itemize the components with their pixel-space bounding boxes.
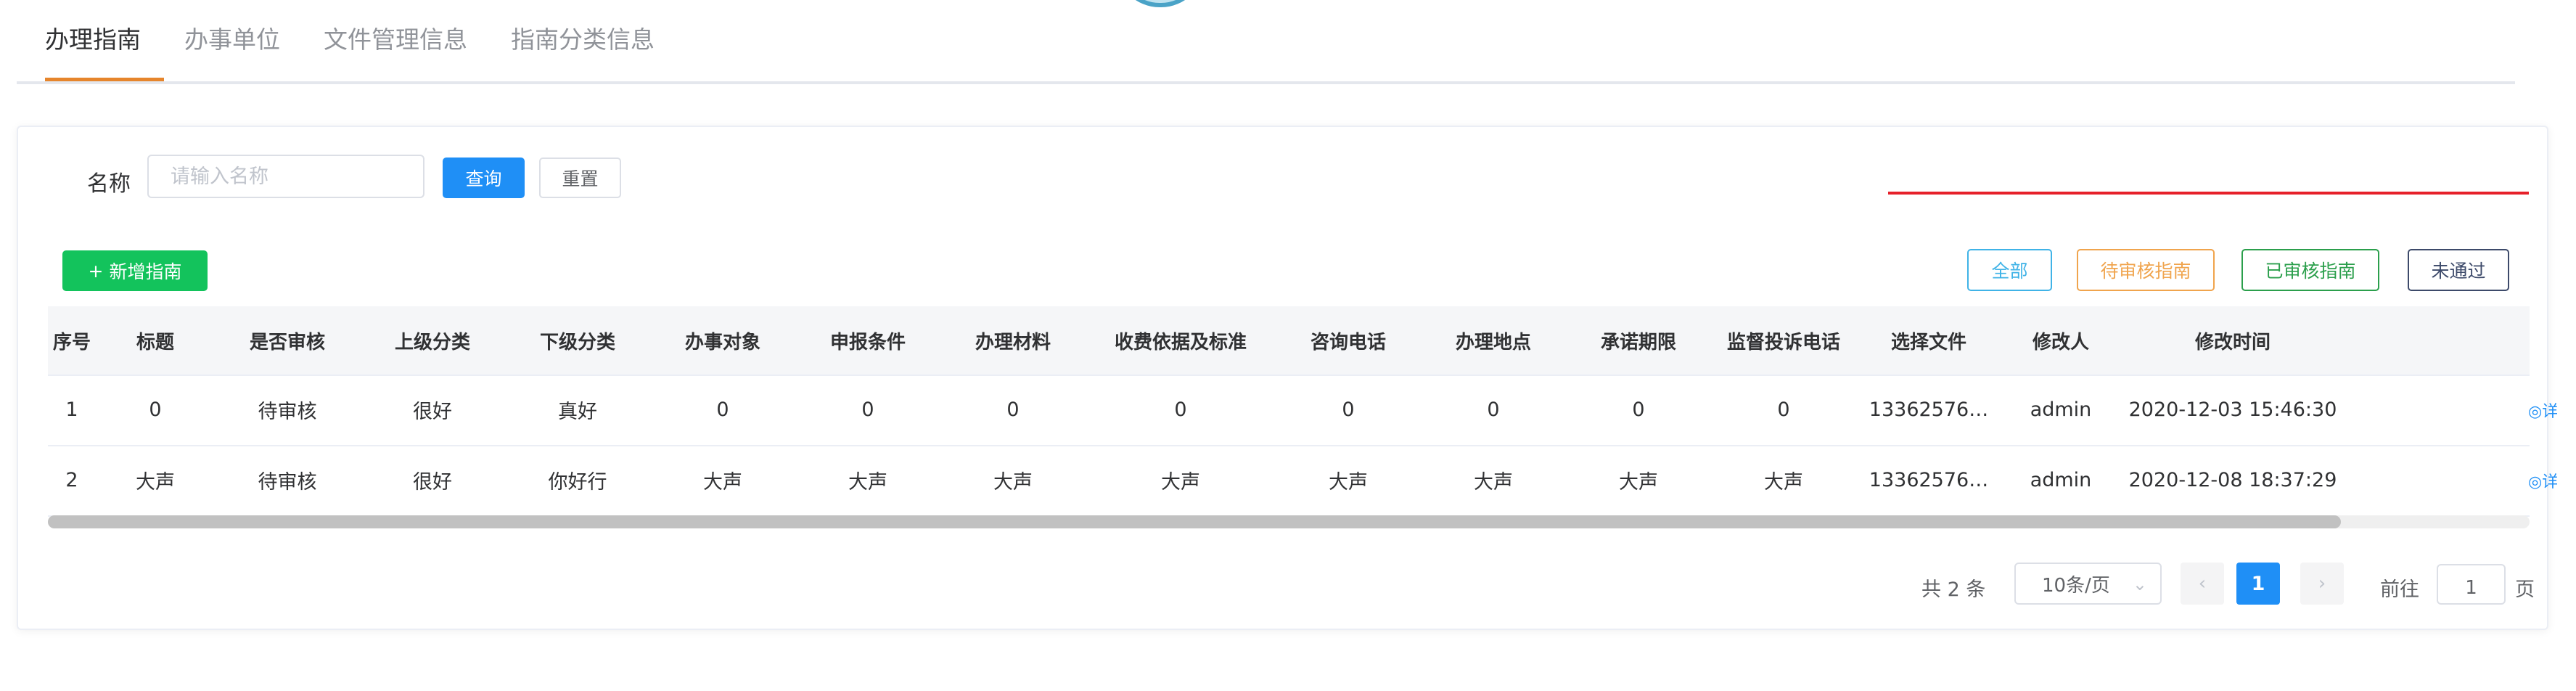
filter-rejected-button[interactable]: 未通过 [2408, 249, 2509, 291]
column-header-modified-time: 修改时间 [2194, 331, 2271, 353]
column-header-parent-category: 上级分类 [394, 331, 470, 353]
cell-fee-basis: 0 [1174, 398, 1187, 421]
tab-guide-category[interactable]: 指南分类信息 [511, 20, 655, 55]
cell-index: 1 [65, 398, 78, 421]
view-detail-link[interactable]: ◎详 [2528, 375, 2557, 445]
column-header-service-target: 办事对象 [684, 331, 760, 353]
cell-review-status: 待审核 [258, 401, 317, 423]
cell-modifier: admin [2030, 469, 2092, 491]
reset-button[interactable]: 重置 [539, 158, 621, 198]
annotation-red-line [1888, 192, 2529, 195]
cell-phone: 大声 [1329, 471, 1368, 494]
cell-deadline: 大声 [1619, 471, 1658, 494]
column-header-fee-basis: 收费依据及标准 [1114, 331, 1247, 353]
table-row[interactable]: 2 大声 待审核 很好 你好行 大声 大声 大声 大声 大声 大声 大声 大声 … [48, 445, 2557, 517]
column-header-deadline: 承诺期限 [1600, 331, 1676, 353]
column-header-sub-category: 下级分类 [539, 331, 615, 353]
cell-location: 0 [1487, 398, 1500, 421]
cell-modified-time: 2020-12-03 15:46:30 [2128, 398, 2337, 421]
goto-page-input[interactable] [2437, 564, 2506, 605]
tab-guide[interactable]: 办理指南 [45, 20, 141, 55]
pagination-total: 共 2 条 [1921, 578, 1986, 601]
filter-pending-button[interactable]: 待审核指南 [2077, 249, 2215, 291]
view-detail-link[interactable]: ◎详 [2528, 445, 2557, 515]
column-header-complaint-phone: 监督投诉电话 [1726, 331, 1840, 353]
table-header: 序号 标题 是否审核 上级分类 下级分类 办事对象 申报条件 办理材料 收费依据… [48, 306, 2530, 376]
cell-modifier: admin [2030, 398, 2092, 421]
cell-title: 大声 [136, 471, 175, 494]
goto-prefix: 前往 [2380, 578, 2419, 601]
column-header-file: 选择文件 [1890, 331, 1966, 353]
tab-file-management[interactable]: 文件管理信息 [324, 20, 467, 55]
cell-fee-basis: 大声 [1161, 471, 1200, 494]
column-header-index: 序号 [52, 331, 91, 353]
cell-conditions: 大声 [848, 471, 887, 494]
query-button[interactable]: 查询 [443, 158, 525, 198]
active-tab-indicator [45, 78, 164, 81]
name-search-label: 名称 [87, 171, 131, 197]
filter-all-button[interactable]: 全部 [1967, 249, 2052, 291]
add-guide-button[interactable]: + 新增指南 [62, 250, 208, 291]
cell-phone: 0 [1342, 398, 1355, 421]
cell-parent-category: 很好 [413, 401, 452, 423]
column-header-materials: 办理材料 [975, 331, 1051, 353]
name-search-input[interactable] [147, 155, 424, 198]
column-header-phone: 咨询电话 [1310, 331, 1386, 353]
cell-service-target: 大声 [703, 471, 742, 494]
filter-approved-button[interactable]: 已审核指南 [2241, 249, 2379, 291]
horizontal-scrollbar[interactable] [48, 515, 2530, 528]
table-row[interactable]: 1 0 待审核 很好 真好 0 0 0 0 0 0 0 0 13362576… … [48, 375, 2557, 446]
goto-suffix: 页 [2515, 578, 2535, 601]
cell-file: 13362576… [1869, 398, 1989, 421]
plus-icon: + [88, 260, 104, 282]
prev-page-button[interactable]: ‹ [2181, 563, 2224, 605]
cell-sub-category: 真好 [558, 401, 597, 423]
cell-sub-category: 你好行 [548, 471, 607, 494]
cell-materials: 大声 [993, 471, 1033, 494]
cell-complaint-phone: 大声 [1764, 471, 1803, 494]
cell-location: 大声 [1474, 471, 1513, 494]
tab-bar: 办理指南 办事单位 文件管理信息 指南分类信息 [17, 0, 2515, 84]
cell-file: 13362576… [1869, 469, 1989, 491]
cell-materials: 0 [1006, 398, 1020, 421]
column-header-location: 办理地点 [1455, 331, 1531, 353]
page-size-value: 10条/页 [2042, 574, 2110, 597]
cell-index: 2 [65, 469, 78, 491]
chevron-down-icon: ⌄ [2132, 574, 2147, 594]
next-page-button[interactable]: › [2300, 563, 2344, 605]
cell-conditions: 0 [861, 398, 874, 421]
horizontal-scrollbar-thumb[interactable] [48, 515, 2341, 528]
cell-title: 0 [149, 398, 162, 421]
column-header-review-status: 是否审核 [249, 331, 325, 353]
cell-review-status: 待审核 [258, 471, 317, 494]
tab-agency[interactable]: 办事单位 [184, 20, 280, 55]
page-size-select[interactable]: 10条/页 ⌄ [2014, 563, 2162, 605]
cell-complaint-phone: 0 [1777, 398, 1790, 421]
page-number-current[interactable]: 1 [2236, 563, 2280, 605]
column-header-modifier: 修改人 [2032, 331, 2089, 353]
add-guide-label: 新增指南 [109, 261, 182, 282]
column-header-title: 标题 [136, 331, 174, 353]
guide-list-card: 名称 查询 重置 + 新增指南 全部 待审核指南 已审核指南 未通过 序号 标题… [17, 126, 2557, 630]
cell-parent-category: 很好 [413, 471, 452, 494]
cell-modified-time: 2020-12-08 18:37:29 [2128, 469, 2337, 491]
cell-deadline: 0 [1632, 398, 1645, 421]
column-header-conditions: 申报条件 [829, 331, 906, 353]
cell-service-target: 0 [716, 398, 729, 421]
